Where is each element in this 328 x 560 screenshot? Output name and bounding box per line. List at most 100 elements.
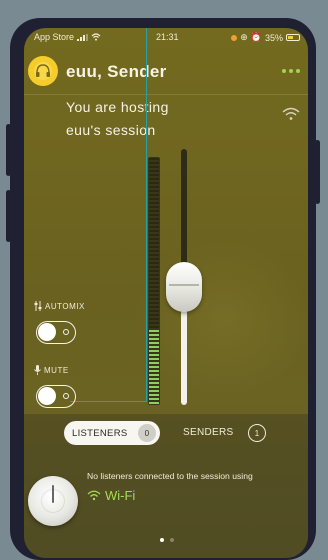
senders-count-badge[interactable]: 1: [248, 424, 266, 442]
meter-segment: [149, 162, 159, 164]
app-screen: App Store 21:31 ⊕ ⏰ 35% euu, Sender You …: [24, 28, 308, 558]
status-left: App Store: [34, 32, 101, 42]
meter-segment: [149, 226, 159, 228]
meter-segment: [149, 274, 159, 276]
meter-segment: [149, 182, 159, 184]
meter-segment: [149, 262, 159, 264]
meter-segment: [149, 158, 159, 160]
meter-segment: [149, 258, 159, 260]
session-info: You are hosting euu's session: [66, 96, 169, 142]
meter-segment: [149, 234, 159, 236]
meter-segment: [149, 314, 159, 316]
meter-segment: [149, 310, 159, 312]
network-row: Wi-Fi: [87, 488, 135, 503]
meter-segment-lit: [149, 338, 159, 340]
battery-icon: [286, 34, 300, 41]
meter-segment: [149, 242, 159, 244]
session-line-2: euu's session: [66, 122, 156, 138]
meter-segment: [149, 214, 159, 216]
wifi-status-icon: [91, 33, 101, 41]
toggle-off-indicator: [63, 393, 69, 399]
wifi-green-icon: [87, 490, 101, 501]
meter-segment: [149, 286, 159, 288]
page-dot-active[interactable]: [160, 538, 164, 542]
mute-label: MUTE: [44, 365, 69, 375]
location-icon: ⊕: [240, 32, 248, 42]
automix-icon: [34, 301, 42, 311]
meter-segment: [149, 194, 159, 196]
listener-volume-dial[interactable]: [28, 476, 78, 526]
meter-segment: [149, 222, 159, 224]
meter-segment-lit: [149, 370, 159, 372]
volume-slider-handle[interactable]: [166, 262, 202, 313]
meter-segment: [149, 178, 159, 180]
meter-segment: [149, 266, 159, 268]
meter-segment: [149, 190, 159, 192]
automix-label-row: AUTOMIX: [34, 301, 85, 311]
meter-segment: [149, 294, 159, 296]
meter-segment-lit: [149, 334, 159, 336]
meter-segment: [149, 270, 159, 272]
audio-level-meter: [148, 157, 160, 405]
meter-segment: [149, 202, 159, 204]
dial-notch: [52, 485, 54, 503]
network-label: Wi-Fi: [105, 488, 136, 503]
status-right: ⊕ ⏰ 35%: [231, 32, 300, 43]
page-title: euu, Sender: [66, 62, 167, 81]
meter-segment-lit: [149, 398, 159, 400]
toggle-thumb: [38, 323, 56, 341]
automix-toggle[interactable]: [36, 321, 76, 344]
meter-segment: [149, 206, 159, 208]
meter-segment: [149, 278, 159, 280]
status-time: 21:31: [156, 32, 179, 42]
mute-toggle[interactable]: [36, 385, 76, 408]
page-dot[interactable]: [170, 538, 174, 542]
meter-segment: [149, 186, 159, 188]
meter-segment-lit: [149, 330, 159, 332]
recording-dot-icon: [231, 34, 238, 41]
meter-segment: [149, 318, 159, 320]
meter-segment: [149, 306, 159, 308]
meter-segment-lit: [149, 358, 159, 360]
wifi-icon: [282, 107, 300, 120]
tab-senders[interactable]: SENDERS: [183, 427, 233, 438]
meter-segment: [149, 282, 159, 284]
volume-slider-fill: [181, 310, 187, 405]
tab-listeners[interactable]: LISTENERS 0: [64, 421, 160, 445]
meter-segment-lit: [149, 354, 159, 356]
meter-segment: [149, 198, 159, 200]
meter-segment: [149, 238, 159, 240]
carrier-label: App Store: [34, 32, 75, 42]
meter-segment-lit: [149, 390, 159, 392]
more-dots-icon[interactable]: [282, 69, 300, 73]
meter-segment: [149, 166, 159, 168]
listeners-count-badge: 0: [138, 424, 156, 442]
meter-segment: [149, 230, 159, 232]
toggle-thumb: [38, 387, 56, 405]
annotation-line: [70, 401, 147, 402]
session-line-1: You are hosting: [66, 99, 169, 115]
meter-segment: [149, 218, 159, 220]
meter-segment-lit: [149, 346, 159, 348]
meter-segment: [149, 322, 159, 324]
page-indicator: [160, 538, 174, 542]
microphone-icon: [34, 365, 41, 375]
no-listeners-message: No listeners connected to the session us…: [87, 471, 253, 481]
signal-icon: [77, 33, 89, 41]
status-bar: App Store 21:31 ⊕ ⏰ 35%: [24, 28, 308, 46]
battery-percent: 35%: [264, 32, 283, 43]
meter-segment: [149, 290, 159, 292]
meter-segment: [149, 302, 159, 304]
headphones-icon[interactable]: [28, 56, 58, 86]
alarm-icon: ⏰: [250, 32, 262, 42]
meter-segment-lit: [149, 362, 159, 364]
app-header: euu, Sender: [24, 54, 308, 90]
meter-segment-lit: [149, 366, 159, 368]
meter-segment-lit: [149, 378, 159, 380]
meter-segment: [149, 170, 159, 172]
meter-segment: [149, 326, 159, 328]
meter-segment: [149, 174, 159, 176]
meter-segment-lit: [149, 386, 159, 388]
meter-segment: [149, 298, 159, 300]
meter-segment: [149, 210, 159, 212]
